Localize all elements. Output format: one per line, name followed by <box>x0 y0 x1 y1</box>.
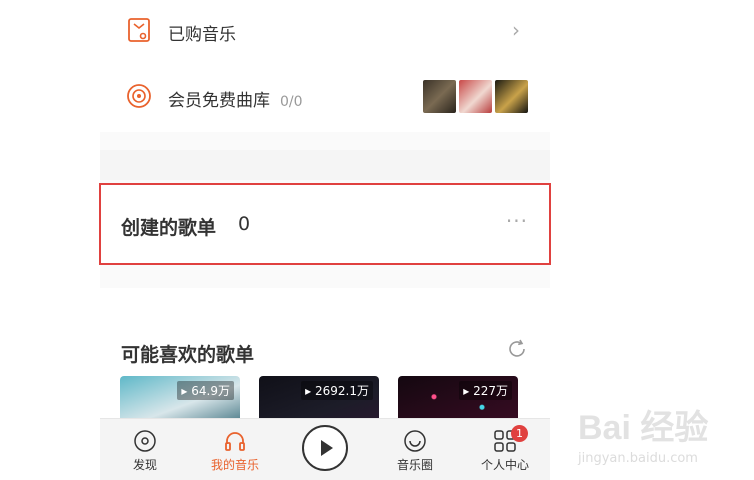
tab-label: 个人中心 <box>480 458 529 472</box>
section-separator <box>100 150 550 180</box>
disc-icon <box>126 83 152 109</box>
recommended-playlists-title: 可能喜欢的歌单 <box>121 344 255 366</box>
headphones-icon <box>225 432 245 451</box>
watermark-url: jingyan.baidu.com <box>578 451 698 466</box>
purchased-music-label: 已购音乐 <box>168 25 236 45</box>
vip-library-count: 0/0 <box>280 94 303 110</box>
play-count: 2692.1万 <box>315 384 369 398</box>
vip-library-thumbnails <box>423 80 528 113</box>
purchased-music-row[interactable]: 已购音乐 › <box>100 0 550 66</box>
album-thumbnail <box>423 80 456 113</box>
tab-label: 发现 <box>132 458 157 472</box>
purchased-music-icon <box>126 17 152 43</box>
play-button[interactable] <box>302 425 348 471</box>
album-thumbnail <box>495 80 528 113</box>
watermark: Bai 经验 jingyan.baidu.com <box>578 400 728 470</box>
play-count: 64.9万 <box>191 384 230 398</box>
refresh-icon[interactable] <box>506 338 528 360</box>
recommended-playlists-section: 可能喜欢的歌单 ▸ 64.9万 ▸ 2692.1万 ▸ 227万 <box>100 288 550 428</box>
discover-icon <box>134 430 156 452</box>
highlight-box <box>99 183 551 265</box>
tab-label: 我的音乐 <box>210 458 259 472</box>
tab-my-music[interactable]: 我的音乐 <box>190 419 280 480</box>
music-circle-icon <box>404 430 426 452</box>
watermark-brand: Bai 经验 <box>578 409 709 447</box>
tab-personal-center[interactable]: 1 个人中心 <box>460 419 550 480</box>
chevron-right-icon: › <box>512 18 520 42</box>
tab-discover[interactable]: 发现 <box>100 419 190 480</box>
notification-badge: 1 <box>511 425 528 442</box>
vip-library-label: 会员免费曲库 <box>168 91 270 111</box>
play-count: 227万 <box>473 384 508 398</box>
play-icon <box>321 440 333 456</box>
tab-label: 音乐圈 <box>396 458 433 472</box>
vip-library-row[interactable]: 会员免费曲库 0/0 <box>100 66 550 132</box>
bottom-tab-bar: 发现 我的音乐 音乐圈 1 个人中心 <box>100 418 550 480</box>
album-thumbnail <box>459 80 492 113</box>
tab-music-circle[interactable]: 音乐圈 <box>370 419 460 480</box>
